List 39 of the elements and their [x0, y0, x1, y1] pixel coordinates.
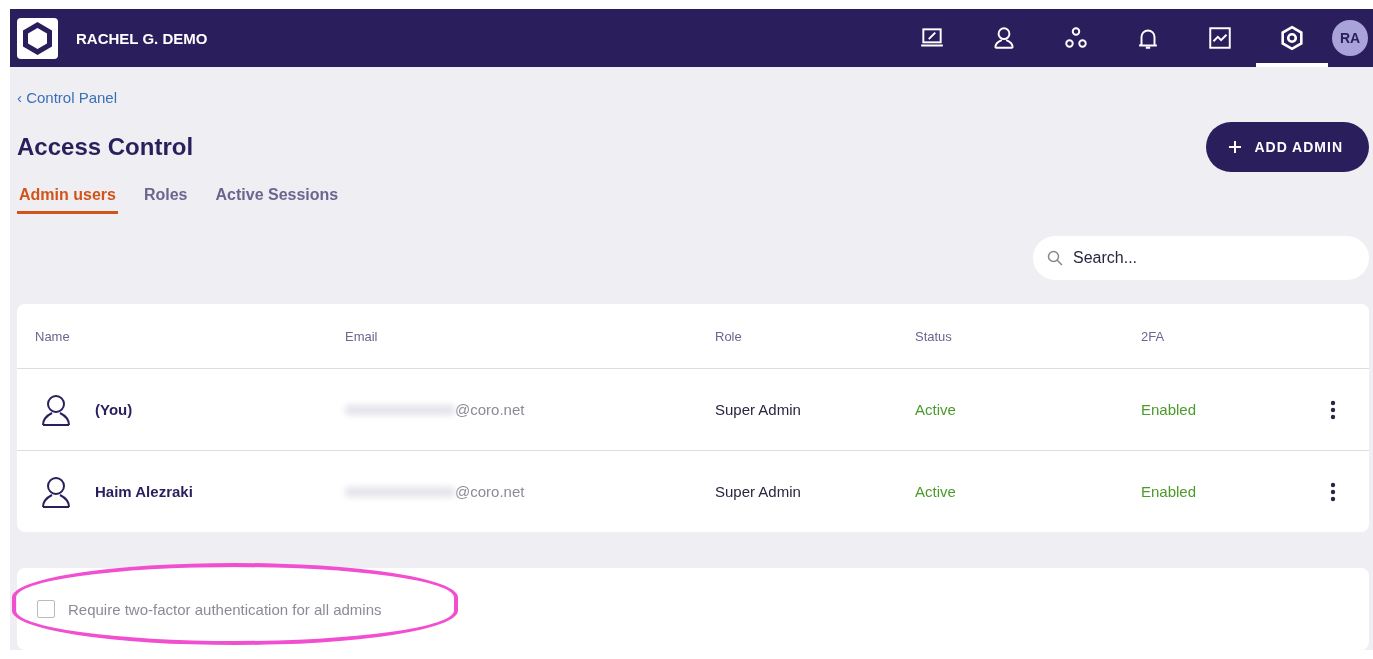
admin-name: (You) — [95, 401, 133, 418]
account-name: RACHEL G. DEMO — [76, 29, 209, 47]
plus-icon — [1228, 140, 1243, 154]
column-header: 2FA — [1141, 328, 1165, 344]
back-link[interactable]: ‹ Control Panel — [17, 89, 118, 106]
column-header: Email — [345, 328, 378, 344]
add-admin-button[interactable]: ADD ADMIN — [1206, 122, 1369, 172]
settings-icon — [1279, 25, 1305, 51]
twofa-cell: Enabled — [1141, 401, 1197, 418]
email-cell: @coro.net — [455, 483, 525, 500]
twofa-cell: Enabled — [1141, 483, 1197, 500]
user-avatar[interactable]: RA — [1332, 20, 1368, 56]
user-icon — [41, 475, 71, 508]
role-cell: Super Admin — [715, 483, 801, 500]
tab[interactable]: Active Sessions — [213, 180, 341, 214]
more-button[interactable] — [1329, 480, 1337, 503]
search-icon — [1047, 250, 1063, 266]
more-button[interactable] — [1329, 398, 1337, 421]
network-icon — [1063, 25, 1089, 51]
status-cell: Active — [915, 401, 956, 418]
user-icon — [41, 393, 71, 426]
tab[interactable]: Roles — [141, 180, 190, 214]
column-header: Status — [915, 328, 952, 344]
chart-icon — [1207, 25, 1233, 51]
more-icon — [1329, 480, 1337, 503]
status-cell: Active — [915, 483, 956, 500]
role-cell: Super Admin — [715, 401, 801, 418]
search-field[interactable]: Search... — [1033, 236, 1369, 280]
user-icon — [991, 25, 1017, 51]
column-header: Role — [715, 328, 742, 344]
more-icon — [1329, 398, 1337, 421]
logo-icon — [17, 17, 58, 59]
page-title: Access Control — [17, 133, 194, 161]
checkbox-label: Require two-factor authentication for all admins — [68, 600, 382, 618]
column-header: Name — [35, 328, 70, 344]
tab[interactable]: Admin users — [17, 180, 118, 214]
admin-name: Haim Alezraki — [95, 483, 193, 500]
checkbox[interactable] — [37, 600, 55, 618]
email-cell: @coro.net — [455, 401, 525, 418]
